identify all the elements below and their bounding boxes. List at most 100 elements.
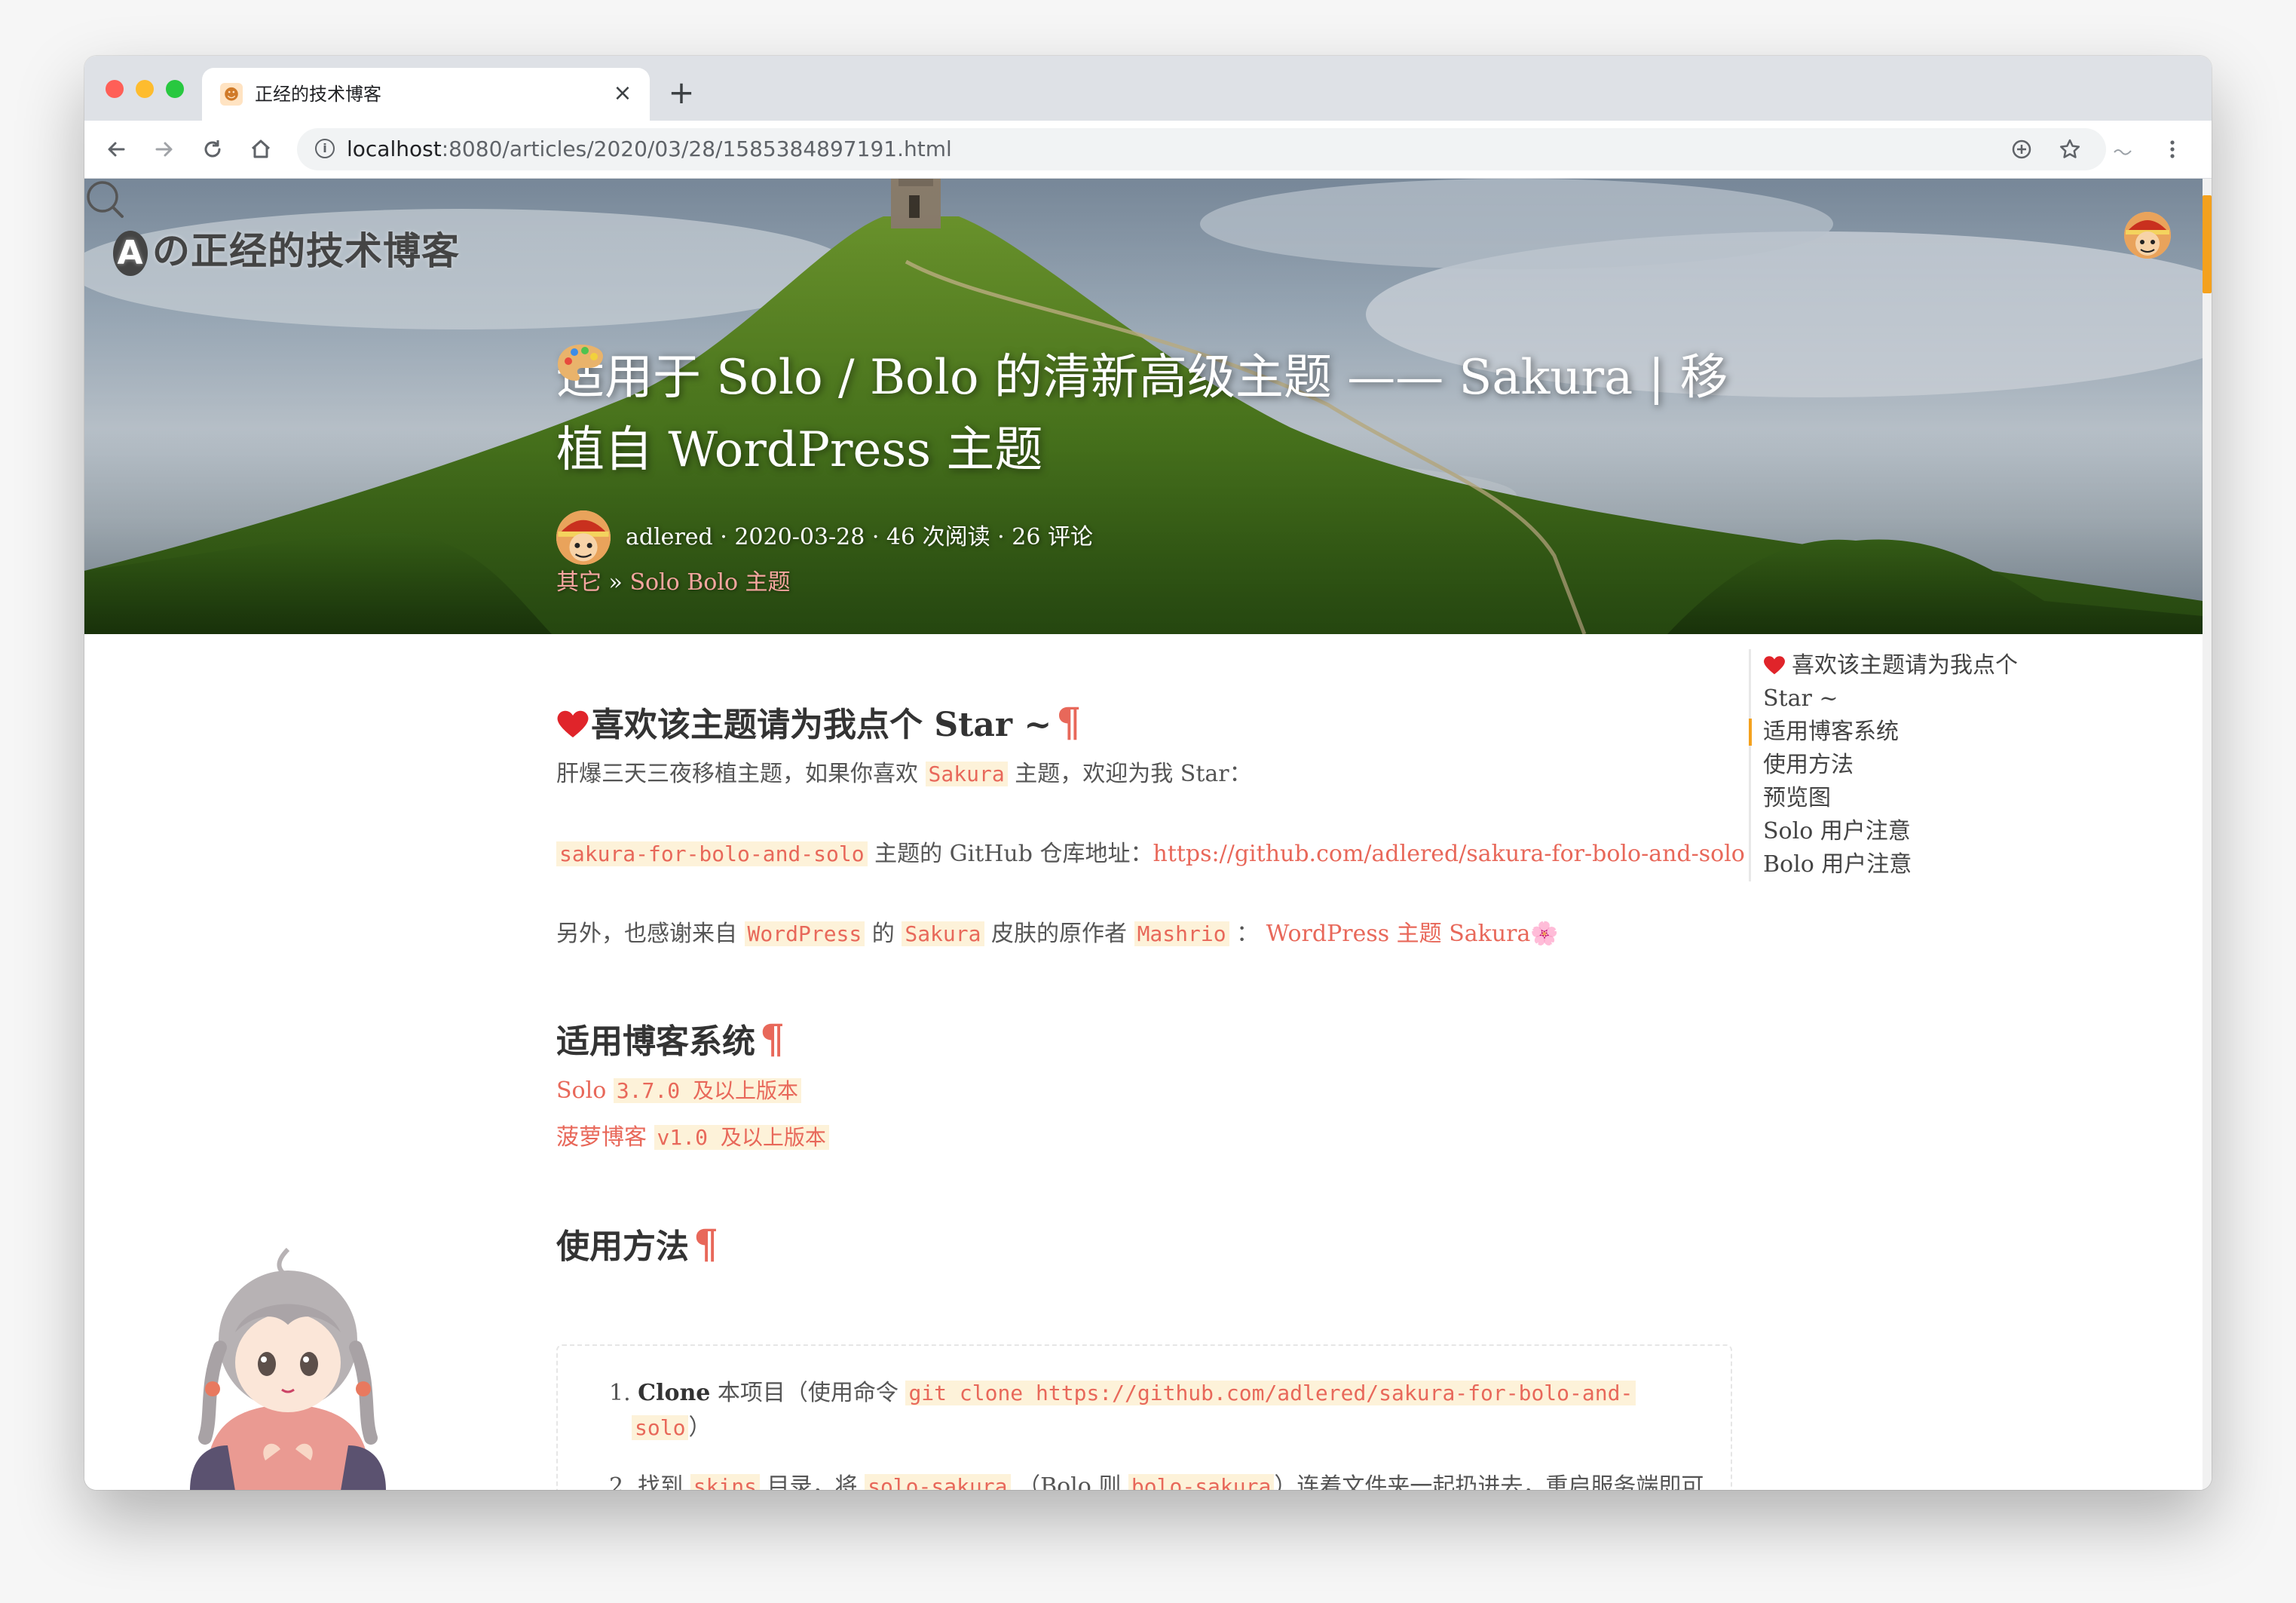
github-link[interactable]: https://github.com/adlered/sakura-for-bo… (1153, 841, 1745, 867)
text: 目录，将 (760, 1473, 865, 1490)
inline-code: git clone https://github.com/adlered/sak… (905, 1381, 1636, 1405)
toc-item-star[interactable]: 喜欢该主题请为我点个 (1763, 649, 2065, 682)
inline-code: bolo-sakura (1128, 1474, 1275, 1490)
extension-icon[interactable] (2105, 131, 2141, 167)
inline-code: 3.7.0 及以上版本 (613, 1078, 801, 1103)
tab-title: 正经的技术博客 (255, 84, 381, 105)
inline-code: solo-sakura (865, 1474, 1011, 1490)
page-viewport: A の正经的技术博客 适用于 Solo / Bolo 的清新高级主题 —— Sak… (84, 179, 2203, 1490)
inline-code: Sakura (925, 762, 1008, 786)
toc-label: 喜欢该主题请为我点个 (1792, 652, 2018, 679)
minimize-window-button[interactable] (136, 80, 154, 98)
section-heading-systems: 适用博客系统 ¶ (556, 1017, 785, 1065)
tab-close-icon[interactable]: × (609, 80, 636, 107)
search-icon[interactable] (84, 179, 127, 221)
text: 主题，欢迎为我 Star： (1007, 761, 1252, 787)
browser-toolbar: i localhost:8080/articles/2020/03/28/158… (84, 121, 2212, 179)
toc-label: Solo 用户注意 (1763, 818, 1911, 844)
avatar-image (2124, 212, 2171, 259)
logo-text: の正经的技术博客 (152, 229, 460, 273)
scrollbar[interactable] (2203, 179, 2212, 1490)
post-title-text: 适用于 Solo / Bolo 的清新高级主题 —— Sakura | 移植自 … (556, 350, 1728, 478)
tags-link[interactable]: Solo Bolo 主题 (629, 569, 790, 596)
bold-text: Clone (638, 1380, 711, 1406)
add-icon[interactable] (2004, 131, 2040, 167)
inline-code: Sakura (902, 921, 984, 946)
logo-mark: A (113, 231, 148, 276)
system-item-solo: Solo 3.7.0 及以上版本 (556, 1074, 801, 1108)
toc-label: Bolo 用户注意 (1763, 851, 1912, 878)
palette-icon (558, 345, 603, 381)
toc-label: Star ~ (1763, 685, 1838, 712)
menu-icon[interactable] (2154, 131, 2190, 167)
section-title: 使用方法 (556, 1228, 689, 1266)
anchor-link[interactable]: ¶ (760, 1016, 785, 1062)
toc-item-systems[interactable]: 适用博客系统 (1749, 716, 2065, 749)
toc-item-preview[interactable]: 预览图 (1763, 782, 2065, 815)
inline-code: Mashrio (1134, 921, 1229, 946)
forward-icon[interactable] (146, 131, 182, 167)
table-of-contents: 喜欢该主题请为我点个 Star ~ 适用博客系统 使用方法 预览图 Solo 用… (1749, 649, 2065, 881)
category-link[interactable]: 其它 (556, 569, 602, 596)
toc-item-usage[interactable]: 使用方法 (1763, 749, 2065, 782)
paragraph-intro: 肝爆三天三夜移植主题，如果你喜欢 Sakura 主题，欢迎为我 Star： (556, 758, 1252, 791)
text: ）连着文件夹一起扔进去，重启服务端即可 (1274, 1473, 1704, 1490)
wordpress-sakura-link[interactable]: WordPress 主题 Sakura (1266, 921, 1531, 947)
maximize-window-button[interactable] (166, 80, 184, 98)
url-text[interactable]: localhost:8080/articles/2020/03/28/15853… (347, 136, 952, 163)
inline-code: WordPress (744, 921, 865, 946)
inline-code: solo (632, 1415, 689, 1440)
text: 本项目（使用命令 (710, 1380, 906, 1406)
flower-icon: 🌸 (1530, 921, 1559, 947)
text: （Bolo 则 (1010, 1473, 1128, 1490)
usage-step-1: 1. Clone 本项目（使用命令 git clone https://gith… (609, 1376, 1679, 1445)
tab-active[interactable]: ☻ 正经的技术博客 × (202, 68, 650, 121)
hero-banner: A の正经的技术博客 适用于 Solo / Bolo 的清新高级主题 —— Sak… (84, 179, 2203, 634)
toc-item-star-cont[interactable]: Star ~ (1763, 682, 2065, 716)
text: 找到 (638, 1473, 690, 1490)
browser-window: ☻ 正经的技术博客 × + i localhost:8080/articles/… (84, 56, 2212, 1490)
favicon-icon: ☻ (220, 83, 243, 106)
text: 肝爆三天三夜移植主题，如果你喜欢 (556, 761, 926, 787)
usage-step-2: 2. 找到 skins 目录，将 solo-sakura （Bolo 则 bol… (609, 1470, 1704, 1490)
step-number: 2. (609, 1473, 631, 1490)
heart-icon (557, 710, 589, 737)
address-bar[interactable]: i localhost:8080/articles/2020/03/28/158… (297, 128, 2106, 170)
toc-item-solo-notes[interactable]: Solo 用户注意 (1763, 815, 2065, 848)
close-window-button[interactable] (106, 80, 124, 98)
tab-strip: ☻ 正经的技术博客 × + (84, 56, 2212, 121)
category-separator: » (602, 569, 630, 596)
author-avatar[interactable] (556, 510, 611, 565)
paragraph-repo: sakura-for-bolo-and-solo 主题的 GitHub 仓库地址… (556, 838, 1745, 871)
new-tab-button[interactable]: + (663, 75, 700, 112)
reload-icon[interactable] (194, 131, 231, 167)
system-item-bolo: 菠萝博客 v1.0 及以上版本 (556, 1121, 829, 1154)
anchor-link[interactable]: ¶ (1056, 700, 1081, 746)
section-heading-star: 喜欢该主题请为我点个 Star ~ ¶ (556, 700, 1081, 748)
section-heading-usage: 使用方法 ¶ (556, 1222, 718, 1270)
scrollbar-thumb[interactable] (2203, 195, 2212, 293)
anchor-link[interactable]: ¶ (693, 1221, 718, 1267)
section-title: 喜欢该主题请为我点个 Star ~ (591, 706, 1052, 744)
toc-label: 预览图 (1763, 785, 1831, 811)
mascot-character[interactable] (175, 1234, 401, 1490)
info-icon[interactable]: i (315, 139, 335, 158)
post-title: 适用于 Solo / Bolo 的清新高级主题 —— Sakura | 移植自 … (556, 342, 1762, 486)
text: 的 (865, 921, 902, 947)
toc-item-bolo-notes[interactable]: Bolo 用户注意 (1763, 848, 2065, 881)
user-avatar[interactable] (2124, 212, 2171, 259)
inline-code: skins (690, 1474, 761, 1490)
post-meta: adlered · 2020-03-28 · 46 次阅读 · 26 评论 (626, 524, 1093, 550)
home-icon[interactable] (243, 131, 279, 167)
text: 皮肤的原作者 (984, 921, 1134, 947)
text: 主题的 GitHub 仓库地址： (867, 841, 1153, 867)
paragraph-thanks: 另外，也感谢来自 WordPress 的 Sakura 皮肤的原作者 Mashr… (556, 918, 1559, 951)
heart-icon (1764, 656, 1785, 675)
text: 另外，也感谢来自 (556, 921, 745, 947)
solo-link[interactable]: Solo (556, 1077, 614, 1104)
site-logo[interactable]: A の正经的技术博客 (113, 221, 460, 276)
step-number: 1. (609, 1380, 631, 1406)
bolo-link[interactable]: 菠萝博客 (556, 1124, 654, 1151)
star-icon[interactable] (2052, 131, 2088, 167)
back-icon[interactable] (98, 131, 134, 167)
